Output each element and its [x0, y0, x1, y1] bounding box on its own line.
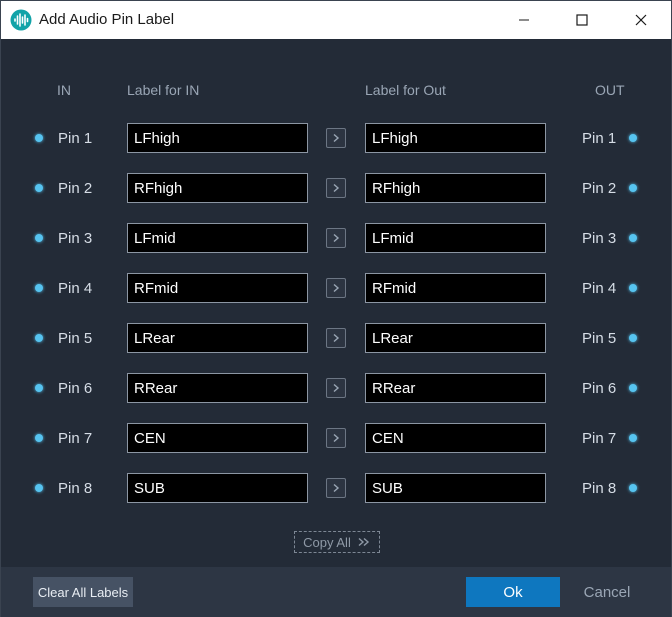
waveform-icon: [10, 9, 32, 31]
output-pin-name: Pin 4: [582, 280, 617, 297]
input-pin-dot: [35, 134, 43, 142]
output-pin-dot: [629, 134, 637, 142]
pin-row-5: Pin 5 Pin 5: [1, 323, 671, 353]
close-button[interactable]: [612, 1, 670, 39]
output-pin-dot: [629, 384, 637, 392]
chevron-right-icon: [333, 333, 340, 343]
maximize-button[interactable]: [553, 1, 611, 39]
label-out-input[interactable]: [365, 423, 546, 453]
copy-all-button[interactable]: Copy All: [294, 531, 380, 553]
output-pin-name: Pin 6: [582, 380, 617, 397]
pin-row-2: Pin 2 Pin 2: [1, 173, 671, 203]
input-pin-name: Pin 7: [58, 430, 93, 447]
copy-label-button[interactable]: [326, 128, 346, 148]
pin-row-4: Pin 4 Pin 4: [1, 273, 671, 303]
window-title: Add Audio Pin Label: [39, 11, 175, 28]
label-out-input[interactable]: [365, 373, 546, 403]
output-pin-name: Pin 1: [582, 130, 617, 147]
label-out-input[interactable]: [365, 473, 546, 503]
input-pin-name: Pin 2: [58, 180, 93, 197]
input-pin-dot: [35, 234, 43, 242]
output-pin-name: Pin 5: [582, 330, 617, 347]
clear-all-labels-button[interactable]: Clear All Labels: [33, 577, 133, 607]
label-in-input[interactable]: [127, 373, 308, 403]
label-in-input[interactable]: [127, 123, 308, 153]
label-in-input[interactable]: [127, 323, 308, 353]
output-pin-dot: [629, 434, 637, 442]
input-pin-name: Pin 6: [58, 380, 93, 397]
label-out-input[interactable]: [365, 273, 546, 303]
double-chevron-right-icon: [358, 537, 369, 547]
pin-row-6: Pin 6 Pin 6: [1, 373, 671, 403]
header-label-for-in: Label for IN: [127, 82, 200, 98]
output-pin-dot: [629, 484, 637, 492]
chevron-right-icon: [333, 233, 340, 243]
copy-label-button[interactable]: [326, 328, 346, 348]
label-in-input[interactable]: [127, 223, 308, 253]
chevron-right-icon: [333, 283, 340, 293]
output-pin-dot: [629, 284, 637, 292]
copy-all-label: Copy All: [303, 534, 351, 550]
pin-row-8: Pin 8 Pin 8: [1, 473, 671, 503]
pin-row-3: Pin 3 Pin 3: [1, 223, 671, 253]
input-pin-name: Pin 3: [58, 230, 93, 247]
ok-button[interactable]: Ok: [466, 577, 560, 607]
output-pin-dot: [629, 184, 637, 192]
output-pin-name: Pin 7: [582, 430, 617, 447]
minimize-button[interactable]: [495, 1, 553, 39]
chevron-right-icon: [333, 483, 340, 493]
input-pin-dot: [35, 484, 43, 492]
label-out-input[interactable]: [365, 173, 546, 203]
input-pin-dot: [35, 434, 43, 442]
input-pin-dot: [35, 384, 43, 392]
chevron-right-icon: [333, 433, 340, 443]
copy-label-button[interactable]: [326, 278, 346, 298]
header-label-for-out: Label for Out: [365, 82, 446, 98]
add-audio-pin-label-dialog: Add Audio Pin Label IN Label for IN Labe…: [0, 0, 672, 617]
pin-row-1: Pin 1 Pin 1: [1, 123, 671, 153]
input-pin-name: Pin 1: [58, 130, 93, 147]
title-bar[interactable]: Add Audio Pin Label: [1, 1, 671, 39]
close-icon: [635, 14, 647, 26]
label-out-input[interactable]: [365, 223, 546, 253]
chevron-right-icon: [333, 183, 340, 193]
label-out-input[interactable]: [365, 123, 546, 153]
input-pin-dot: [35, 184, 43, 192]
copy-label-button[interactable]: [326, 378, 346, 398]
header-out: OUT: [595, 82, 625, 98]
label-in-input[interactable]: [127, 473, 308, 503]
input-pin-name: Pin 5: [58, 330, 93, 347]
copy-label-button[interactable]: [326, 478, 346, 498]
input-pin-dot: [35, 334, 43, 342]
maximize-icon: [576, 14, 588, 26]
output-pin-name: Pin 2: [582, 180, 617, 197]
label-out-input[interactable]: [365, 323, 546, 353]
input-pin-name: Pin 4: [58, 280, 93, 297]
dialog-footer: Clear All Labels Ok Cancel: [1, 567, 671, 617]
label-in-input[interactable]: [127, 173, 308, 203]
output-pin-dot: [629, 234, 637, 242]
label-in-input[interactable]: [127, 273, 308, 303]
pin-row-7: Pin 7 Pin 7: [1, 423, 671, 453]
input-pin-dot: [35, 284, 43, 292]
copy-label-button[interactable]: [326, 428, 346, 448]
copy-label-button[interactable]: [326, 178, 346, 198]
output-pin-dot: [629, 334, 637, 342]
cancel-button[interactable]: Cancel: [567, 577, 647, 607]
copy-label-button[interactable]: [326, 228, 346, 248]
input-pin-name: Pin 8: [58, 480, 93, 497]
header-in: IN: [57, 82, 71, 98]
chevron-right-icon: [333, 133, 340, 143]
label-in-input[interactable]: [127, 423, 308, 453]
output-pin-name: Pin 3: [582, 230, 617, 247]
output-pin-name: Pin 8: [582, 480, 617, 497]
pin-label-panel: IN Label for IN Label for Out OUT Pin 1 …: [1, 39, 671, 567]
chevron-right-icon: [333, 383, 340, 393]
minimize-icon: [519, 19, 529, 21]
